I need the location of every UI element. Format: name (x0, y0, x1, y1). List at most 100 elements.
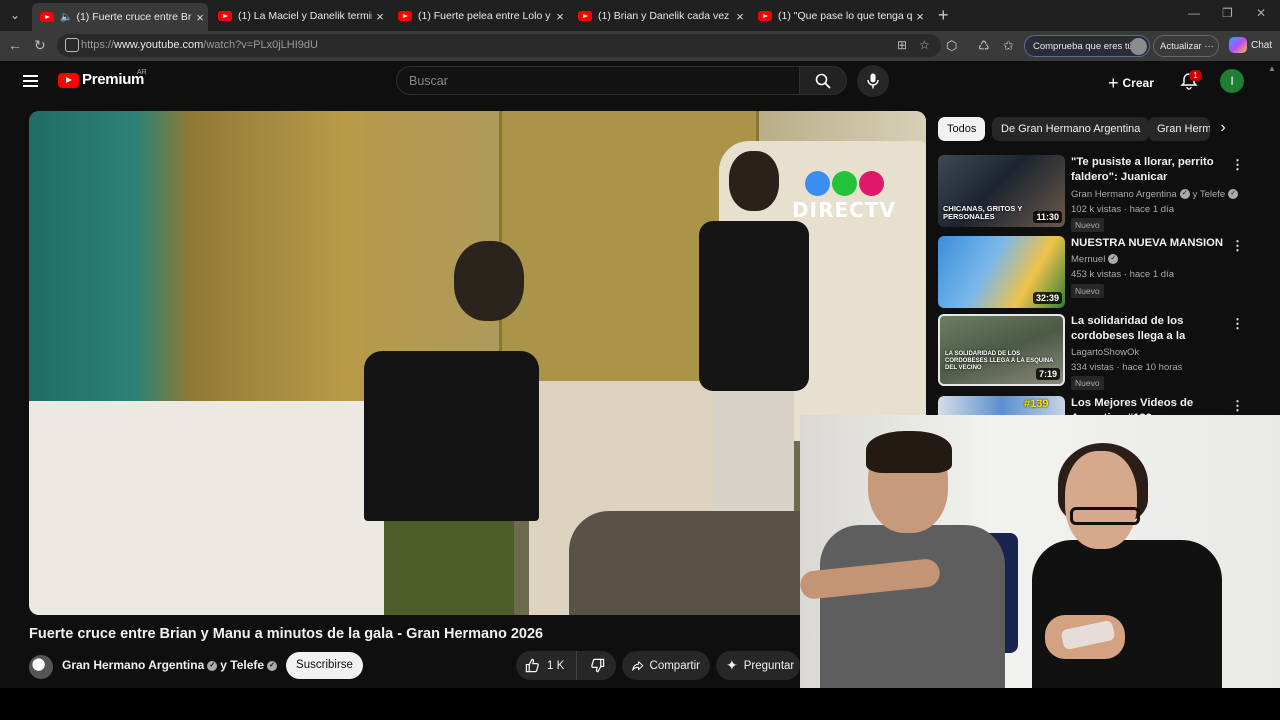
search-input[interactable]: Buscar (396, 66, 800, 95)
browser-tab[interactable]: (1) Fuerte pelea entre Lolo y Danelik × (390, 4, 568, 28)
recommendation-channel[interactable]: Gran Hermano Argentina ✓ y Telefe ✓ (1071, 189, 1241, 200)
close-tab-icon[interactable]: × (552, 9, 568, 24)
like-count: 1 K (547, 659, 565, 672)
extensions-icon[interactable]: ⬡ (946, 38, 957, 54)
youtube-favicon-icon (218, 11, 232, 21)
verified-check-icon: ✓ (207, 660, 218, 671)
search-placeholder: Buscar (409, 74, 448, 88)
copilot-icon[interactable] (1229, 37, 1247, 53)
browser-tab[interactable]: 🔈 (1) Fuerte cruce entre Brian y Manu a … (32, 3, 208, 31)
like-dislike-group: 1 K (516, 651, 616, 680)
close-tab-icon[interactable]: × (192, 10, 208, 25)
reload-icon[interactable]: ↻ (34, 37, 46, 54)
close-window-icon[interactable]: ✕ (1256, 6, 1266, 20)
search-icon (815, 73, 831, 89)
thumbs-down-icon (590, 658, 604, 673)
letterbox-bar (0, 688, 1280, 720)
watermark-text: DIRECTV (792, 198, 896, 222)
video-frame-person (569, 511, 829, 615)
share-button[interactable]: Compartir (622, 651, 710, 680)
more-options-icon[interactable]: ⋮ (1231, 316, 1244, 332)
create-button[interactable]: + Crear (1108, 71, 1154, 93)
recommendation-title[interactable]: NUESTRA NUEVA MANSION (1071, 236, 1226, 251)
browser-tab[interactable]: (1) "Que pase lo que tenga que pasar" × (750, 4, 928, 28)
tab-title: (1) Brian y Danelik cada vez más juntos (598, 10, 732, 22)
webcam-overlay (800, 415, 1280, 688)
speaker-icon[interactable]: 🔈 (60, 12, 72, 23)
close-tab-icon[interactable]: × (912, 9, 928, 24)
channel-name[interactable]: Gran Hermano Argentina (62, 658, 204, 672)
sparkle-icon: ✦ (726, 657, 738, 673)
scroll-up-arrow-icon[interactable]: ▲ (1268, 64, 1276, 73)
video-thumbnail[interactable]: 32:39 (938, 236, 1065, 308)
youtube-favicon-icon (578, 11, 592, 21)
search-button[interactable] (799, 66, 847, 95)
ask-button[interactable]: ✦ Preguntar (716, 651, 800, 680)
video-thumbnail[interactable]: CHICANAS, GRITOS Y PERSONALES 11:30 (938, 155, 1065, 227)
youtube-favicon-icon (40, 12, 54, 22)
new-badge: Nuevo (1071, 284, 1104, 298)
close-tab-icon[interactable]: × (732, 9, 748, 24)
collections-icon[interactable]: ✩ (1003, 38, 1014, 54)
channel-avatar[interactable] (29, 655, 53, 679)
browser-tab[interactable]: (1) La Maciel y Danelik terminaron × (210, 4, 388, 28)
microphone-icon (867, 73, 879, 89)
video-thumbnail[interactable]: LA SOLIDARIDAD DE LOS CORDOBESES LLEGA A… (938, 314, 1065, 386)
app-available-icon[interactable]: ⊞ (897, 38, 907, 52)
tab-title: (1) Fuerte pelea entre Lolo y Danelik (418, 10, 552, 22)
chip-channel[interactable]: De Gran Hermano Argentina (992, 117, 1150, 141)
recommendation-item[interactable]: LA SOLIDARIDAD DE LOS CORDOBESES LLEGA A… (938, 314, 1248, 390)
channel-name-line[interactable]: Gran Hermano Argentina ✓ y Telefe ✓ (62, 658, 280, 672)
new-tab-icon[interactable]: + (938, 5, 949, 26)
address-bar[interactable]: https://www.youtube.com/watch?v=PLx0jLHI… (57, 34, 941, 57)
maximize-icon[interactable]: ❐ (1222, 6, 1233, 20)
browser-tab-strip: ⌄ 🔈 (1) Fuerte cruce entre Brian y Manu … (0, 0, 1280, 31)
recommendation-channel[interactable]: Mernuel ✓ (1071, 254, 1121, 265)
duration-badge: 32:39 (1032, 292, 1062, 304)
plus-icon: + (1108, 73, 1119, 93)
region-code: AR (137, 69, 147, 76)
recommendation-channel[interactable]: LagartoShowOk (1071, 347, 1139, 358)
site-info-icon[interactable] (65, 38, 79, 52)
dislike-button[interactable] (578, 651, 616, 680)
more-options-icon[interactable]: ⋮ (1231, 238, 1244, 254)
chat-label[interactable]: Chat (1251, 40, 1272, 51)
browser-tab[interactable]: (1) Brian y Danelik cada vez más juntos … (570, 4, 748, 28)
verified-check-icon: ✓ (1108, 254, 1119, 265)
recommendation-item[interactable]: 32:39 NUESTRA NUEVA MANSION Mernuel ✓ 453… (938, 236, 1248, 310)
tab-search-button[interactable]: ⌄ (4, 4, 26, 26)
voice-search-button[interactable] (857, 65, 889, 97)
profile-label: Comprueba que eres tú (1033, 41, 1133, 52)
channel-collab[interactable]: y Telefe (220, 658, 264, 672)
like-button[interactable]: 1 K (516, 651, 577, 680)
youtube-logo-icon[interactable] (58, 73, 79, 88)
subscribe-button[interactable]: Suscribirse (286, 652, 363, 679)
user-avatar[interactable]: I (1220, 69, 1244, 93)
chip-gran-hermano[interactable]: Gran Hermano (1148, 117, 1210, 141)
browser-essentials-icon[interactable]: ♺ (978, 38, 990, 54)
thumbnail-caption: #139 (1024, 398, 1049, 410)
chevron-right-icon[interactable]: › (1210, 117, 1236, 141)
youtube-logo-text[interactable]: Premium (82, 71, 144, 88)
tab-title: (1) Fuerte cruce entre Brian y Manu a mi… (76, 11, 192, 23)
video-player[interactable]: DIRECTV (29, 111, 926, 615)
update-label: Actualizar (1160, 41, 1202, 52)
recommendation-title[interactable]: "Te pusiste a llorar, perrito faldero": … (1071, 155, 1226, 185)
more-options-icon[interactable]: ⋮ (1231, 398, 1244, 414)
update-button[interactable]: Actualizar ··· (1153, 35, 1219, 57)
recommendation-title[interactable]: La solidaridad de los cordobeses llega a… (1071, 314, 1226, 344)
verified-check-icon: ✓ (1179, 189, 1190, 200)
screen: ⌄ 🔈 (1) Fuerte cruce entre Brian y Manu … (0, 0, 1280, 688)
chip-all[interactable]: Todos (938, 117, 986, 141)
menu-icon[interactable] (23, 75, 38, 87)
minimize-icon[interactable]: — (1188, 6, 1200, 20)
thumbnail-caption: CHICANAS, GRITOS Y PERSONALES (943, 204, 1023, 221)
recommendation-meta: 102 k vistas · hace 1 día (1071, 204, 1174, 215)
close-tab-icon[interactable]: × (372, 9, 388, 24)
favorite-star-icon[interactable]: ☆ (919, 38, 930, 52)
more-options-icon[interactable]: ⋮ (1231, 157, 1244, 173)
recommendation-item[interactable]: CHICANAS, GRITOS Y PERSONALES 11:30 "Te … (938, 155, 1248, 232)
profile-button[interactable]: Comprueba que eres tú (1024, 35, 1150, 57)
youtube-favicon-icon (398, 11, 412, 21)
back-arrow-icon[interactable]: ← (8, 37, 22, 53)
